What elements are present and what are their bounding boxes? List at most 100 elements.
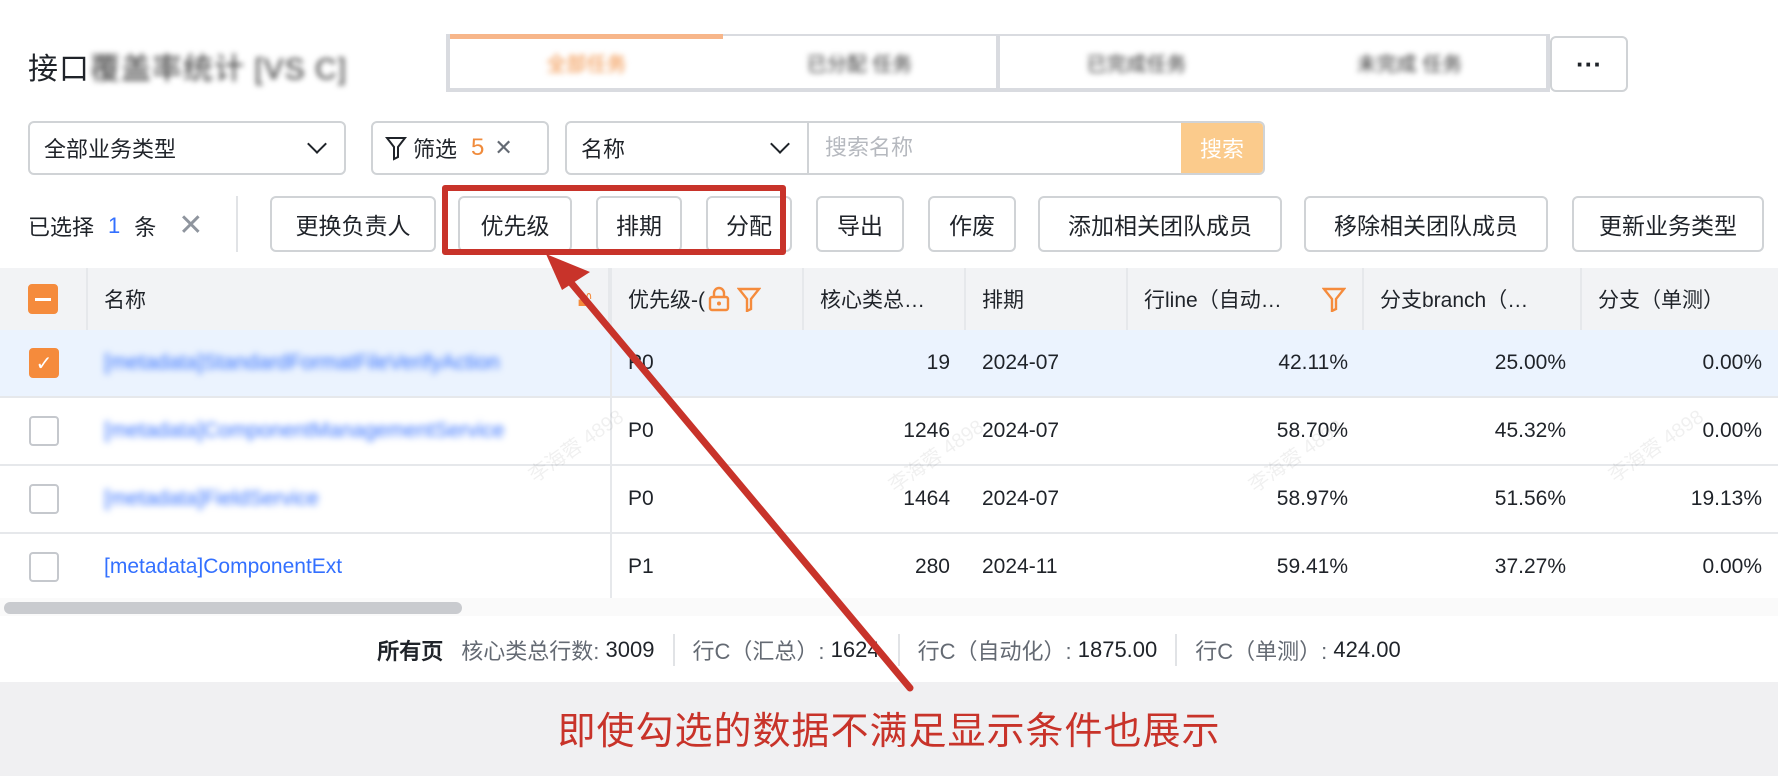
tab-1b[interactable]: 已分配 任务 — [723, 48, 996, 77]
selected-info: 已选择 1 条 ✕ — [28, 208, 203, 243]
row-branch: 51.56% — [1494, 487, 1566, 510]
filter-label: 筛选 — [413, 137, 458, 162]
filter-button[interactable]: 筛选 5 ✕ — [371, 121, 549, 175]
filter-funnel-icon[interactable] — [737, 286, 761, 312]
export-button[interactable]: 导出 — [816, 196, 904, 252]
void-button[interactable]: 作废 — [928, 196, 1016, 252]
row-checkbox[interactable]: ✓ — [29, 348, 59, 378]
lock-icon[interactable]: 🔓︎ — [578, 286, 592, 312]
divider — [236, 196, 238, 252]
summary-key: 核心类总行数: — [461, 639, 600, 664]
scrollbar-thumb[interactable] — [4, 602, 462, 614]
row-priority: P1 — [610, 534, 804, 600]
summary-value: 1875.00 — [1077, 637, 1158, 662]
table-row[interactable]: [metadata]ComponentExt P1 280 2024-11 59… — [0, 534, 1778, 602]
row-branch-unit: 0.00% — [1702, 351, 1762, 374]
search-button[interactable]: 搜索 — [1181, 123, 1263, 173]
row-branch-unit: 0.00% — [1702, 555, 1762, 578]
page-title-prefix: 接口 — [28, 53, 90, 86]
search-group: 名称 搜索 — [565, 121, 1265, 175]
search-input[interactable] — [809, 123, 1181, 173]
row-schedule: 2024-07 — [982, 487, 1060, 510]
summary-value: 1624 — [830, 637, 880, 662]
column-header-branch-unit[interactable]: 分支（单测） — [1582, 268, 1778, 330]
annotation-caption: 即使勾选的数据不满足显示条件也展示 — [557, 711, 1221, 753]
column-header-core-lines[interactable]: 核心类总… — [804, 268, 966, 330]
row-checkbox[interactable] — [29, 552, 59, 582]
business-type-select[interactable]: 全部业务类型 — [28, 121, 346, 175]
page-title: 接口覆盖率统计 [VS C] — [28, 44, 347, 88]
more-button[interactable]: ··· — [1550, 36, 1628, 92]
row-priority: P0 — [610, 330, 804, 396]
clear-filter-icon[interactable]: ✕ — [494, 135, 512, 161]
row-core-lines: 1464 — [903, 487, 950, 510]
row-line-auto: 58.97% — [1276, 487, 1348, 510]
tab-2b[interactable]: 未完成 任务 — [1273, 48, 1546, 77]
lock-icon[interactable] — [707, 286, 731, 312]
selected-suffix: 条 — [134, 214, 157, 240]
table-row[interactable]: ✓ [metadata]StandardFormatFileVerifyActi… — [0, 330, 1778, 398]
update-business-type-button[interactable]: 更新业务类型 — [1572, 196, 1764, 252]
row-checkbox[interactable] — [29, 484, 59, 514]
chevron-down-icon — [770, 134, 790, 154]
row-line-auto: 59.41% — [1276, 555, 1348, 578]
filter-funnel-icon — [385, 137, 407, 161]
selected-count: 1 — [108, 212, 121, 238]
add-team-member-button[interactable]: 添加相关团队成员 — [1038, 196, 1282, 252]
search-field-select[interactable]: 名称 — [567, 123, 809, 173]
column-header-name[interactable]: 名称 🔓︎ — [88, 268, 610, 330]
remove-team-member-button[interactable]: 移除相关团队成员 — [1304, 196, 1548, 252]
row-priority: P0 — [610, 466, 804, 532]
column-header-line-auto[interactable]: 行line（自动… — [1128, 268, 1364, 330]
table-row[interactable]: [metadata]FieldService P0 1464 2024-07 5… — [0, 466, 1778, 534]
row-core-lines: 1246 — [903, 419, 950, 442]
summary-key: 行C（单测）: — [1195, 639, 1328, 664]
tab-group-1[interactable]: 全部任务 已分配 任务 — [450, 33, 1000, 88]
header-tabs: 全部任务 已分配 任务 已完成任务 未完成 任务 — [446, 33, 1550, 92]
row-core-lines: 19 — [926, 351, 950, 374]
filter-count-badge: 5 — [471, 134, 485, 161]
summary-value: 3009 — [605, 637, 655, 662]
filter-funnel-icon[interactable] — [1322, 286, 1346, 312]
summary-value: 424.00 — [1333, 637, 1401, 662]
summary-label: 所有页 — [377, 639, 444, 664]
row-schedule: 2024-07 — [982, 351, 1060, 374]
priority-button[interactable]: 优先级 — [458, 196, 572, 252]
column-header-branch[interactable]: 分支branch（… — [1364, 268, 1582, 330]
row-checkbox[interactable] — [29, 416, 59, 446]
tab-2a[interactable]: 已完成任务 — [1000, 48, 1273, 77]
row-name-link[interactable]: [metadata]FieldService — [104, 487, 319, 511]
table-row[interactable]: [metadata]ComponentManagementService P0 … — [0, 398, 1778, 466]
row-branch-unit: 0.00% — [1702, 419, 1762, 442]
row-line-auto: 58.70% — [1276, 419, 1348, 442]
select-all-checkbox[interactable] — [28, 284, 58, 314]
select-all-cell — [0, 268, 88, 330]
business-type-value: 全部业务类型 — [44, 137, 177, 162]
assign-button[interactable]: 分配 — [706, 196, 792, 252]
row-line-auto: 42.11% — [1278, 351, 1348, 374]
row-schedule: 2024-11 — [982, 555, 1058, 578]
chevron-down-icon — [307, 134, 327, 154]
row-core-lines: 280 — [914, 555, 950, 578]
summary-bar: 所有页 核心类总行数: 3009 行C（汇总）: 1624 行C（自动化）: 1… — [0, 620, 1778, 680]
schedule-button[interactable]: 排期 — [596, 196, 682, 252]
data-table: 名称 🔓︎ 优先级-( 核心类总… 排期 行line（自动… 分支branch（… — [0, 268, 1778, 602]
table-header: 名称 🔓︎ 优先级-( 核心类总… 排期 行line（自动… 分支branch（… — [0, 268, 1778, 330]
row-name-link[interactable]: [metadata]ComponentManagementService — [104, 419, 504, 443]
selected-prefix: 已选择 — [28, 214, 95, 240]
row-name-link[interactable]: [metadata]StandardFormatFileVerifyAction — [104, 351, 500, 375]
change-owner-button[interactable]: 更换负责人 — [270, 196, 436, 252]
tab-1a[interactable]: 全部任务 — [450, 33, 723, 86]
summary-key: 行C（汇总）: — [692, 639, 825, 664]
row-priority: P0 — [610, 398, 804, 464]
column-header-schedule[interactable]: 排期 — [966, 268, 1128, 330]
row-schedule: 2024-07 — [982, 419, 1060, 442]
horizontal-scrollbar[interactable] — [0, 598, 1778, 616]
page-title-obscured: 覆盖率统计 [VS C] — [90, 53, 348, 86]
tab-group-2[interactable]: 已完成任务 未完成 任务 — [1000, 36, 1546, 88]
summary-key: 行C（自动化）: — [917, 639, 1072, 664]
column-header-priority[interactable]: 优先级-( — [610, 268, 804, 330]
row-branch-unit: 19.13% — [1690, 487, 1762, 510]
row-name-link[interactable]: [metadata]ComponentExt — [104, 555, 342, 579]
clear-selection-icon[interactable]: ✕ — [178, 208, 203, 243]
